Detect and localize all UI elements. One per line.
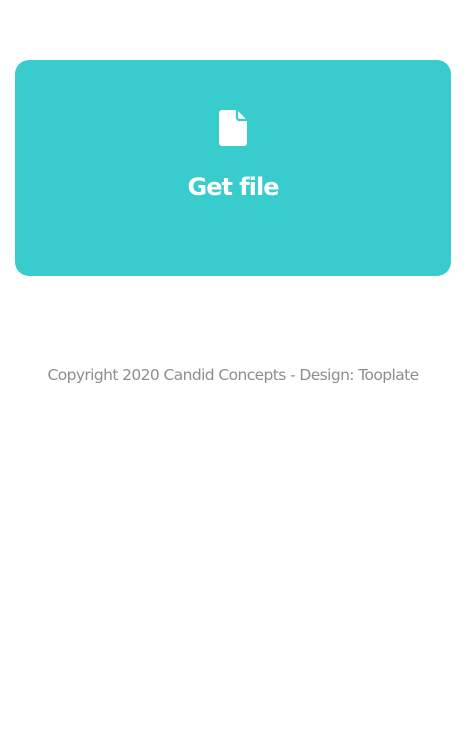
get-file-card[interactable] [15, 60, 451, 276]
copyright-text: Copyright 2020 Candid Concepts - Design:… [47, 366, 419, 384]
get-file-label[interactable]: Get file [0, 170, 466, 204]
file-icon [219, 110, 247, 146]
